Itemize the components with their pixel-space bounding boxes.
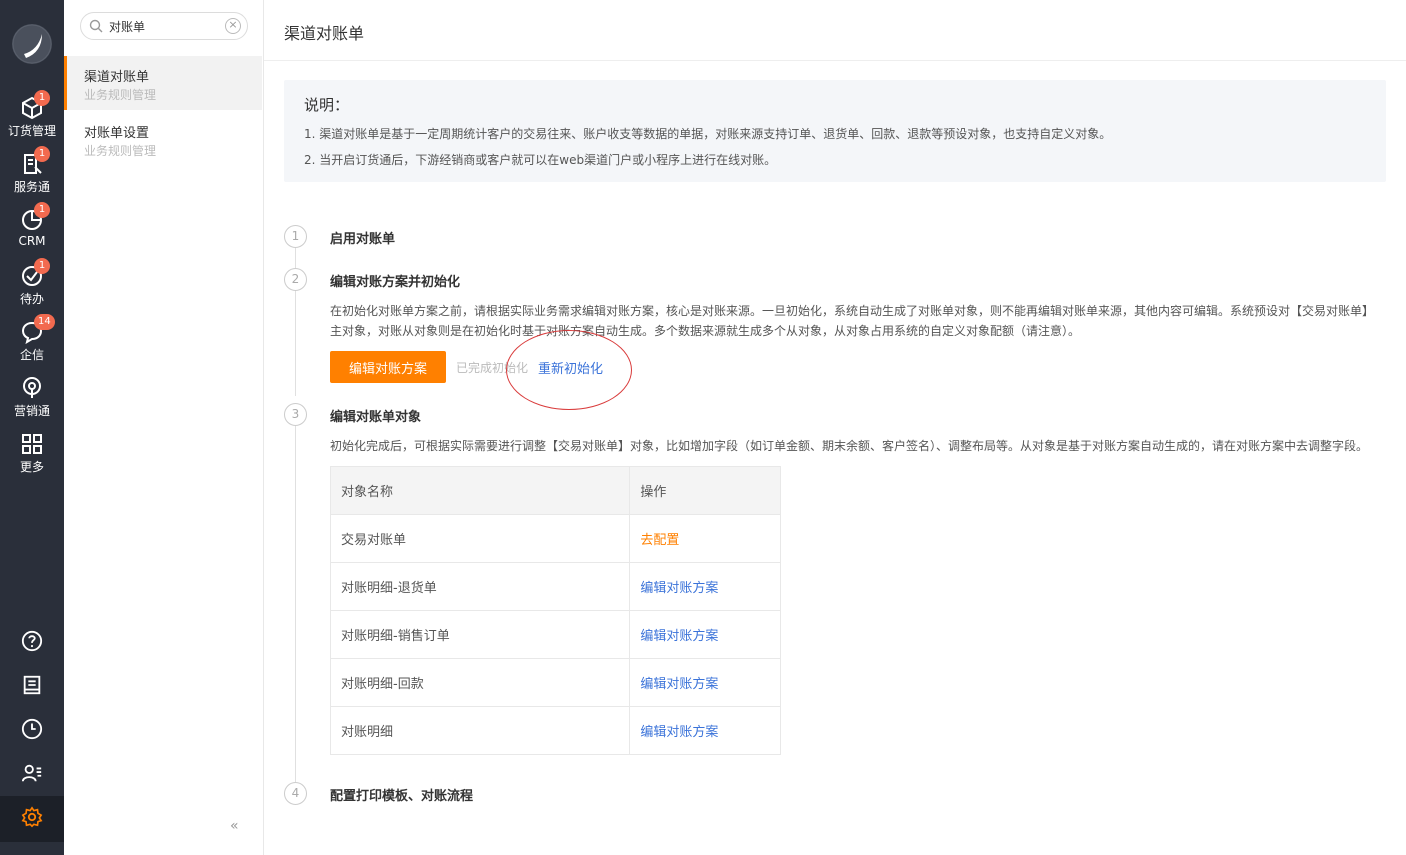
step-title: 编辑对账方案并初始化 bbox=[330, 275, 461, 290]
annotation-circle bbox=[506, 330, 632, 410]
object-table: 对象名称 操作 交易对账单 去配置 对账明细-退货单 编辑对账方案 对账明细-销… bbox=[329, 466, 781, 755]
edit-plan-link[interactable]: 编辑对账方案 bbox=[640, 581, 718, 596]
settings-icon bbox=[21, 806, 43, 828]
badge: 1 bbox=[34, 146, 50, 162]
column-header: 操作 bbox=[629, 466, 781, 515]
sub-navigation: × 渠道对账单 业务规则管理 对账单设置 业务规则管理 « bbox=[64, 0, 264, 855]
clock-icon bbox=[21, 718, 43, 740]
object-name: 对账明细-销售订单 bbox=[329, 610, 631, 659]
step-number: 1 bbox=[284, 225, 307, 248]
step-title: 编辑对账单对象 bbox=[330, 410, 422, 425]
edit-plan-link[interactable]: 编辑对账方案 bbox=[640, 677, 718, 692]
rail-label: 待办 bbox=[19, 292, 44, 306]
table-row: 交易对账单 去配置 bbox=[329, 514, 781, 563]
rail-item-chat[interactable]: 14 企信 bbox=[0, 314, 64, 372]
step-description: 初始化完成后，可根据实际需要进行调整【交易对账单】对象，比如增加字段（如订单金额… bbox=[330, 439, 1369, 453]
table-row: 对账明细-退货单 编辑对账方案 bbox=[329, 562, 781, 611]
description-heading: 说明： bbox=[304, 96, 350, 114]
table-row: 对账明细-回款 编辑对账方案 bbox=[329, 658, 781, 707]
rail-label: 服务通 bbox=[13, 180, 50, 194]
rail-item-service[interactable]: 1 服务通 bbox=[0, 146, 64, 204]
rail-item-order[interactable]: 1 订货管理 bbox=[0, 90, 64, 148]
badge: 14 bbox=[34, 314, 55, 330]
history-button[interactable] bbox=[0, 708, 64, 750]
nav-item-title: 渠道对账单 bbox=[84, 70, 150, 85]
badge: 1 bbox=[34, 202, 50, 218]
grid-icon bbox=[22, 434, 42, 454]
description-line: 2. 当开启订货通后，下游经销商或客户就可以在web渠道门户或小程序上进行在线对… bbox=[304, 153, 777, 167]
step-description: 在初始化对账单方案之前，请根据实际业务需求编辑对账方案，核心是对账来源。一旦初始… bbox=[330, 304, 1375, 338]
description-line: 1. 渠道对账单是基于一定周期统计客户的交易往来、账户收支等数据的单据，对账来源… bbox=[304, 127, 1112, 141]
contacts-icon bbox=[21, 764, 42, 782]
rail-label: 营销通 bbox=[13, 404, 50, 418]
rail-label: 企信 bbox=[19, 348, 44, 362]
collapse-icon[interactable]: « bbox=[230, 818, 239, 834]
edit-plan-link[interactable]: 编辑对账方案 bbox=[640, 725, 718, 740]
search-box[interactable]: × bbox=[80, 12, 248, 40]
table-row: 对账明细-销售订单 编辑对账方案 bbox=[329, 610, 781, 659]
settings-button[interactable] bbox=[0, 796, 64, 842]
object-name: 对账明细-退货单 bbox=[329, 562, 631, 611]
rail-item-marketing[interactable]: 营销通 bbox=[0, 372, 64, 428]
badge: 1 bbox=[34, 90, 50, 106]
object-name: 对账明细 bbox=[329, 706, 631, 755]
main-content: 渠道对账单 说明： 1. 渠道对账单是基于一定周期统计客户的交易往来、账户收支等… bbox=[264, 0, 1406, 855]
rail-label: 更多 bbox=[19, 460, 44, 474]
rail-label: CRM bbox=[18, 234, 46, 248]
object-name: 交易对账单 bbox=[329, 514, 631, 563]
rail-item-todo[interactable]: 1 待办 bbox=[0, 258, 64, 316]
column-header: 对象名称 bbox=[329, 466, 631, 515]
clear-icon[interactable]: × bbox=[225, 18, 241, 34]
rail-item-more[interactable]: 更多 bbox=[0, 428, 64, 484]
search-icon bbox=[89, 19, 103, 33]
nav-item-subtitle: 业务规则管理 bbox=[84, 88, 157, 102]
step-number: 2 bbox=[284, 268, 307, 291]
rail-item-crm[interactable]: 1 CRM bbox=[0, 202, 64, 260]
table-row: 对账明细 编辑对账方案 bbox=[329, 706, 781, 755]
nav-item-channel-statement[interactable]: 渠道对账单 业务规则管理 bbox=[64, 56, 262, 110]
notebook-icon bbox=[23, 675, 41, 695]
step-number: 4 bbox=[284, 782, 307, 805]
step-connector bbox=[295, 426, 296, 782]
help-button[interactable] bbox=[0, 620, 64, 662]
step-number: 3 bbox=[284, 403, 307, 426]
nav-item-subtitle: 业务规则管理 bbox=[84, 144, 157, 158]
step-title: 启用对账单 bbox=[330, 232, 396, 247]
notebook-button[interactable] bbox=[0, 664, 64, 706]
table-header-row: 对象名称 操作 bbox=[329, 466, 781, 515]
broadcast-icon bbox=[23, 377, 41, 398]
rail-label: 订货管理 bbox=[7, 124, 56, 138]
avatar[interactable] bbox=[12, 24, 52, 64]
help-icon bbox=[21, 630, 43, 652]
contacts-button[interactable] bbox=[0, 752, 64, 794]
configure-link[interactable]: 去配置 bbox=[640, 533, 679, 548]
step-title: 配置打印模板、对账流程 bbox=[330, 789, 474, 804]
divider bbox=[264, 60, 1406, 61]
edit-plan-button[interactable]: 编辑对账方案 bbox=[330, 351, 446, 383]
nav-item-statement-settings[interactable]: 对账单设置 业务规则管理 bbox=[64, 112, 262, 166]
badge: 1 bbox=[34, 258, 50, 274]
page-title: 渠道对账单 bbox=[284, 24, 365, 43]
search-input[interactable] bbox=[109, 17, 219, 35]
object-name: 对账明细-回款 bbox=[329, 658, 631, 707]
description-panel: 说明： 1. 渠道对账单是基于一定周期统计客户的交易往来、账户收支等数据的单据，… bbox=[284, 80, 1386, 182]
nav-item-title: 对账单设置 bbox=[84, 126, 150, 141]
edit-plan-link[interactable]: 编辑对账方案 bbox=[640, 629, 718, 644]
app-rail: 1 订货管理 1 服务通 1 CRM 1 待办 14 企信 营销通 更多 bbox=[0, 0, 64, 855]
